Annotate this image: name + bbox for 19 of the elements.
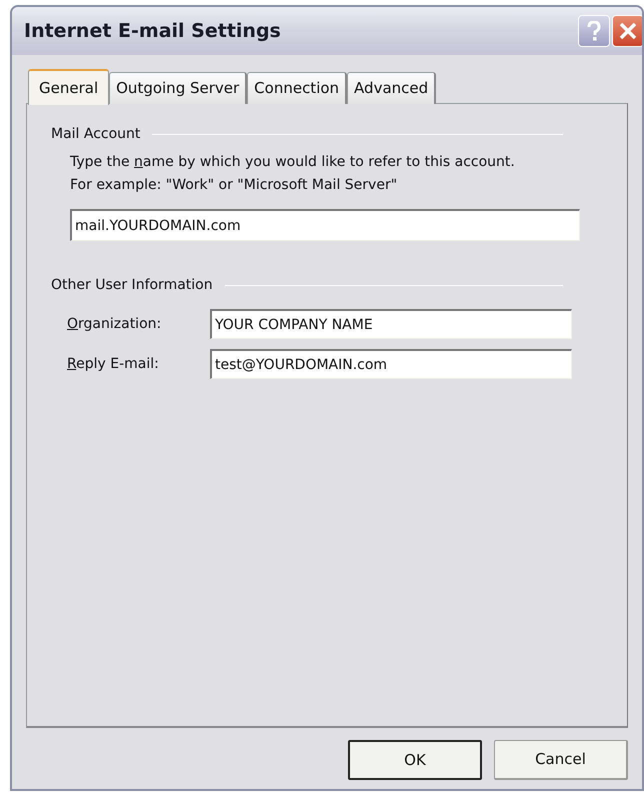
window-title: Internet E-mail Settings — [24, 18, 282, 44]
field-label: Organization: — [67, 314, 162, 334]
tab[interactable]: Advanced — [347, 72, 436, 104]
tab[interactable]: Outgoing Server — [109, 72, 248, 104]
tab[interactable]: General — [28, 69, 110, 105]
help-icon — [587, 21, 601, 41]
text-field[interactable]: YOUR COMPANY NAME — [210, 309, 572, 339]
field-label: Reply E-mail: — [67, 354, 160, 374]
close-button[interactable] — [612, 15, 642, 47]
close-icon — [618, 21, 638, 41]
help-button[interactable] — [578, 15, 610, 47]
text-field[interactable]: test@YOURDOMAIN.com — [210, 349, 572, 379]
group-heading: Other User Information — [51, 276, 213, 295]
cancel-button[interactable]: Cancel — [494, 740, 628, 780]
group-heading: Mail Account — [51, 125, 140, 144]
ok-button[interactable]: OK — [348, 740, 482, 780]
account-name-field[interactable]: mail.YOURDOMAIN.com — [70, 209, 580, 241]
tab[interactable]: Connection — [247, 72, 348, 104]
instruction-text: Type the name by which you would like to refer to this account. For example: "Work" or "Microsoft Mail Server" — [70, 153, 516, 195]
